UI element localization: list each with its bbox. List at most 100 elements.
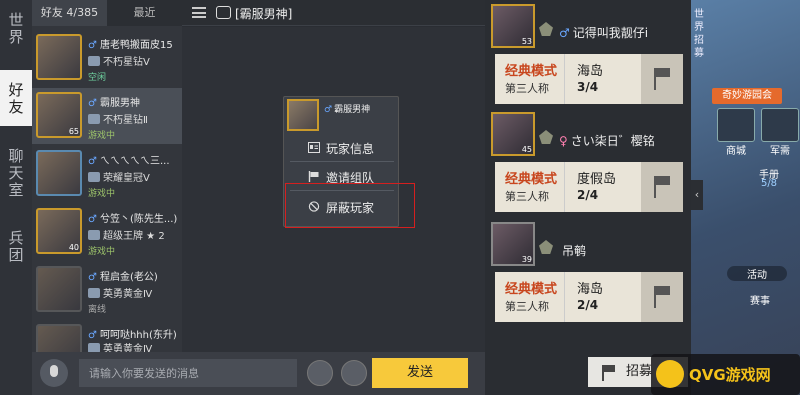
rank-icon [88,230,100,240]
friend-status: 游戏中 [88,189,116,199]
avatar: 65 [36,92,82,138]
friend-rank: 荣耀皇冠Ⅴ [103,173,150,184]
chat-header: [霸服男神] [182,0,485,26]
context-player-name: 霸服男神 [334,105,371,115]
menu-item-label: 玩家信息 [326,142,375,156]
level-badge: 65 [68,127,79,136]
perspective: 第三人称 [505,190,549,203]
activity-banner[interactable]: 奇妙游园会 [712,88,782,104]
activity-button[interactable]: 活动 [727,266,787,281]
friend-row[interactable]: ♂呵呵哒hhh(东升) 英勇黄金Ⅳ 离线 [32,320,182,352]
collapse-arrow-icon[interactable]: ‹ [691,180,703,210]
friends-panel: 好友 4/385 最近 ♂ 唐老鸭搬面皮15 不朽星钻Ⅴ 空闲 65 ♂ 霸服男神 … [32,0,182,352]
rank-icon [88,172,100,182]
friend-status: 空闲 [88,73,107,83]
invite-item[interactable]: 45 ♀ さい柒日゛樱铭 经典模式 第三人称 度假岛 2/4 [485,108,691,217]
game-mode: 经典模式 [505,64,558,79]
watermark-logo: QVG游戏网 [651,354,800,395]
mall-icon[interactable] [717,108,755,142]
nav-tab-world[interactable]: 世界 [0,12,32,52]
message-input[interactable] [79,359,297,387]
invite-name: さい柒日゛樱铭 [570,134,655,148]
right-side-panel: 世界招募 奇妙游园会 商城 军需 手册 5/8 活动 赛事 ‹ [691,0,800,395]
team-count: 3/4 [577,80,599,94]
quick-chat-icon[interactable] [341,360,367,386]
male-icon: ♂ [88,272,97,283]
event-button[interactable]: 赛事 [733,292,787,307]
join-flag-icon[interactable] [641,54,683,104]
microphone-icon[interactable] [40,359,68,387]
avatar: 40 [36,208,82,254]
invite-item[interactable]: 53 ♂ 记得叫我靓仔i 经典模式 第三人称 海岛 3/4 [485,0,691,109]
friend-rank-line: 超级王牌 ★ 2 [88,227,165,242]
friend-rank-line: 荣耀皇冠Ⅴ [88,169,150,184]
invite-card[interactable]: 经典模式 第三人称 度假岛 2/4 [495,162,683,212]
friend-name-line: ♂ 霸服男神 [88,94,180,109]
friend-row[interactable]: ♂ 唐老鸭搬面皮15 不朽星钻Ⅴ 空闲 [32,30,182,86]
world-recruit-label[interactable]: 世界招募 [691,8,707,60]
rank-icon [539,22,553,36]
invite-name-line: ♂ 记得叫我靓仔i [559,24,648,41]
nav-tab-label: 好友 [8,81,24,116]
flag-icon [308,171,319,182]
tab-friends[interactable]: 好友 4/385 [32,0,107,26]
emoji-icon[interactable] [307,360,333,386]
team-count: 2/4 [577,298,599,312]
friend-row[interactable]: ♂ ㄟㄟㄟㄟㄟ三... 荣耀皇冠Ⅴ 游戏中 [32,146,182,202]
level-badge: 45 [521,145,532,154]
avatar: 53 [491,4,535,48]
armory-icon[interactable] [761,108,799,142]
friend-status: 游戏中 [88,247,116,257]
menu-item-player-info[interactable]: 玩家信息 [284,135,400,161]
friend-name-line: ♂ 呵呵哒hhh(东升) [88,326,180,341]
friend-row[interactable]: ♂ 程启金(老公) 英勇黄金Ⅳ 离线 [32,262,182,318]
friend-name: 霸服男神 [99,98,140,109]
avatar: 45 [491,112,535,156]
team-invite-list: 53 ♂ 记得叫我靓仔i 经典模式 第三人称 海岛 3/4 45 ♀ さい柒日゛樱铭… [485,0,691,395]
invite-card[interactable]: 经典模式 第三人称 海岛 3/4 [495,54,683,104]
friend-rank-line: 英勇黄金Ⅳ [88,340,152,352]
invite-card[interactable]: 经典模式 第三人称 海岛 2/4 [495,272,683,322]
friend-name: 唐老鸭搬面皮15 [99,40,173,51]
nav-tab-label: 聊天室 [8,147,24,199]
friend-name-line: ♂ 兮笠丶(陈先生...) [88,210,180,225]
friend-name: 兮笠丶(陈先生...) [99,214,178,225]
menu-icon[interactable] [192,7,206,18]
friend-status: 离线 [88,305,107,315]
recruit-label: 招募 [626,364,653,379]
send-button[interactable]: 发送 [372,358,468,388]
friend-status: 游戏中 [88,131,116,141]
nav-tab-friends[interactable]: 好友 [0,70,32,126]
friend-rank-line: 英勇黄金Ⅳ [88,285,152,300]
context-player-name-line: ♂ 霸服男神 [324,102,370,115]
message-input-bar: 发送 [32,352,485,395]
join-flag-icon[interactable] [641,162,683,212]
friend-rank: 英勇黄金Ⅳ [103,289,153,300]
level-badge: 40 [68,243,79,252]
rank-icon [88,343,100,352]
id-card-icon [308,142,320,153]
divider [290,161,394,162]
friend-rank: 英勇黄金Ⅳ [103,344,153,352]
tab-recent[interactable]: 最近 [107,0,182,26]
nav-tab-legion[interactable]: 兵团 [0,230,32,270]
rank-icon [88,288,100,298]
avatar: 39 [491,222,535,266]
friend-row[interactable]: 40 ♂ 兮笠丶(陈先生...) 超级王牌 ★ 2 游戏中 [32,204,182,260]
male-icon: ♂ [88,214,97,225]
friend-rank: 不朽星钻Ⅱ [103,115,148,126]
level-badge: 53 [521,37,532,46]
nav-tab-chatroom[interactable]: 聊天室 [0,148,32,208]
friends-tabs: 好友 4/385 最近 [32,0,182,26]
game-mode: 经典模式 [505,282,558,297]
friend-row[interactable]: 65 ♂ 霸服男神 不朽星钻Ⅱ 游戏中 [32,88,182,144]
friend-rank: 不朽星钻Ⅴ [103,57,150,68]
rank-icon [88,56,100,66]
game-mode: 经典模式 [505,172,558,187]
friend-rank: 超级王牌 ★ 2 [103,231,165,242]
invite-item[interactable]: 39 吊鹌 经典模式 第三人称 海岛 2/4 [485,218,691,327]
male-icon: ♂ [324,105,333,115]
rank-icon [88,114,100,124]
friend-rank-line: 不朽星钻Ⅴ [88,53,150,68]
join-flag-icon[interactable] [641,272,683,322]
